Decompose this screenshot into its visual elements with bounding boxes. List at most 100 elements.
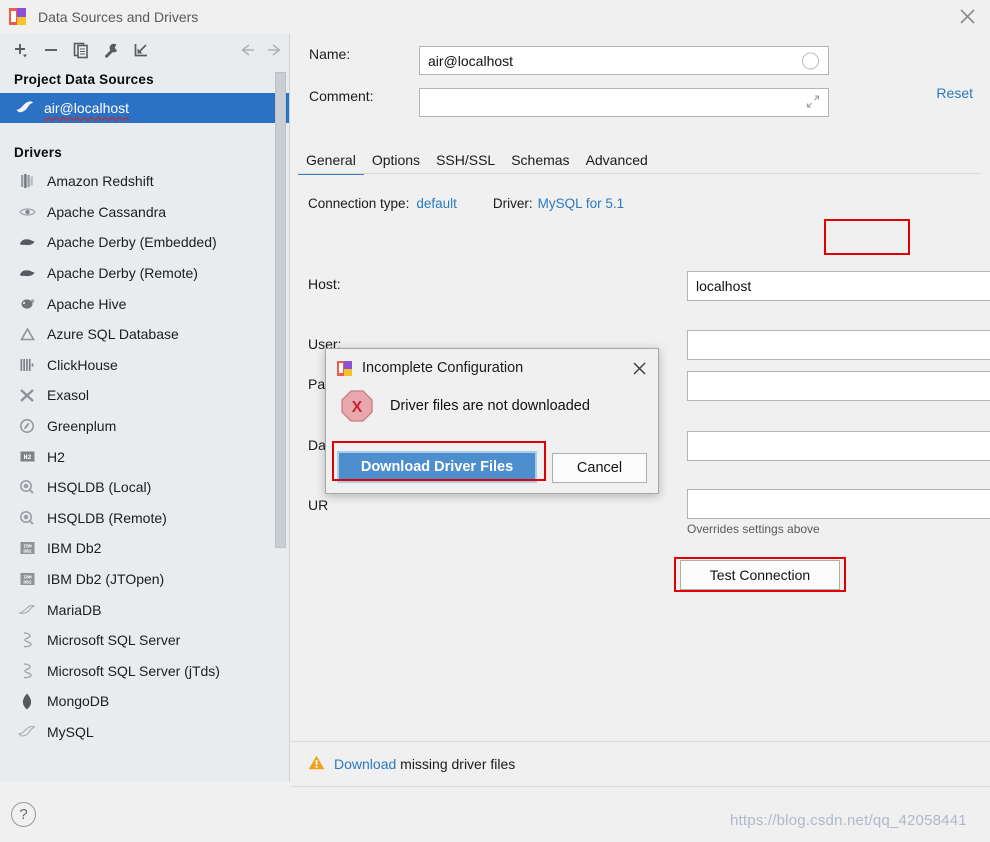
modal-body: X Driver files are not downloaded bbox=[326, 387, 658, 423]
driver-item-mariadb[interactable]: MariaDB bbox=[0, 594, 289, 625]
intellij-logo-icon bbox=[9, 8, 26, 25]
redshift-icon bbox=[14, 173, 40, 189]
host-input-value: localhost bbox=[696, 278, 752, 294]
tab-options[interactable]: Options bbox=[364, 152, 428, 175]
mysql-dolphin-icon bbox=[14, 725, 40, 739]
name-input-value: air@localhost bbox=[428, 52, 514, 69]
driver-item-hsqldb-local[interactable]: HSQLDB (Local) bbox=[0, 472, 289, 503]
sidebar-scrollbar[interactable] bbox=[275, 72, 286, 548]
name-input[interactable]: air@localhost bbox=[419, 46, 829, 75]
driver-item-label: MySQL bbox=[47, 723, 94, 740]
editor-tabs: General Options SSH/SSL Schemas Advanced bbox=[298, 145, 990, 175]
connection-type-label: Connection type: bbox=[308, 196, 410, 211]
svg-text:DB2: DB2 bbox=[23, 580, 32, 586]
window-title: Data Sources and Drivers bbox=[38, 8, 199, 25]
modal-title-bar: Incomplete Configuration bbox=[326, 349, 658, 387]
missing-driver-warning: Download missing driver files bbox=[291, 741, 990, 787]
url-label: UR bbox=[308, 497, 329, 513]
modal-message: Driver files are not downloaded bbox=[390, 398, 590, 414]
driver-item-apache-derby-remote[interactable]: Apache Derby (Remote) bbox=[0, 258, 289, 289]
hsqldb-icon bbox=[14, 510, 40, 526]
host-label: Host: bbox=[308, 276, 341, 292]
import-icon[interactable] bbox=[126, 37, 156, 63]
driver-item-azure-sql-database[interactable]: Azure SQL Database bbox=[0, 319, 289, 350]
copy-icon[interactable] bbox=[66, 37, 96, 63]
download-link[interactable]: Download bbox=[334, 756, 396, 772]
database-input[interactable] bbox=[687, 431, 990, 461]
password-label: Pa bbox=[308, 376, 326, 392]
expand-icon[interactable] bbox=[806, 94, 820, 111]
help-button[interactable]: ? bbox=[11, 802, 36, 827]
driver-item-label: HSQLDB (Remote) bbox=[47, 509, 167, 526]
driver-item-exasol[interactable]: Exasol bbox=[0, 380, 289, 411]
tab-advanced[interactable]: Advanced bbox=[578, 152, 656, 175]
driver-item-apache-cassandra[interactable]: Apache Cassandra bbox=[0, 197, 289, 228]
modal-cancel-button[interactable]: Cancel bbox=[552, 453, 647, 483]
azure-icon bbox=[14, 327, 40, 341]
name-label: Name: bbox=[309, 46, 351, 62]
driver-item-apache-hive[interactable]: Apache Hive bbox=[0, 288, 289, 319]
wrench-icon[interactable] bbox=[96, 37, 126, 63]
sidebar: Project Data Sources air@localhost Drive… bbox=[0, 33, 290, 781]
reset-link[interactable]: Reset bbox=[936, 85, 973, 101]
driver-item-apache-derby-embedded[interactable]: Apache Derby (Embedded) bbox=[0, 227, 289, 258]
data-sources-and-drivers-window: Data Sources and Drivers Project Data So… bbox=[0, 0, 990, 842]
driver-item-label: Microsoft SQL Server bbox=[47, 632, 181, 649]
add-data-source-button[interactable] bbox=[6, 37, 36, 63]
driver-item-label: MongoDB bbox=[47, 693, 110, 710]
comment-label: Comment: bbox=[309, 88, 374, 104]
driver-highlight-box bbox=[824, 219, 910, 255]
exasol-x-icon bbox=[14, 388, 40, 403]
driver-item-microsoft-sql-server-jtds[interactable]: Microsoft SQL Server (jTds) bbox=[0, 656, 289, 687]
driver-item-greenplum[interactable]: Greenplum bbox=[0, 411, 289, 442]
driver-item-label: Apache Cassandra bbox=[47, 203, 167, 220]
mongodb-leaf-icon bbox=[14, 693, 40, 710]
download-driver-files-button[interactable]: Download Driver Files bbox=[337, 451, 537, 483]
error-octagon-icon: X bbox=[340, 389, 374, 423]
driver-item-ibm-db2[interactable]: IBM DB2 IBM Db2 bbox=[0, 533, 289, 564]
incomplete-configuration-dialog: Incomplete Configuration X Driver files … bbox=[325, 348, 659, 494]
close-icon[interactable] bbox=[944, 0, 990, 33]
driver-item-mongodb[interactable]: MongoDB bbox=[0, 686, 289, 717]
svg-text:DB2: DB2 bbox=[23, 549, 32, 555]
user-input[interactable] bbox=[687, 330, 990, 360]
name-row: Name: air@localhost bbox=[309, 46, 971, 75]
driver-item-hsqldb-remote[interactable]: HSQLDB (Remote) bbox=[0, 503, 289, 534]
mssql-icon bbox=[14, 632, 40, 648]
driver-item-label: Microsoft SQL Server (jTds) bbox=[47, 662, 220, 679]
comment-input[interactable] bbox=[419, 88, 829, 117]
url-input[interactable] bbox=[687, 489, 990, 519]
tab-ssh-ssl[interactable]: SSH/SSL bbox=[428, 152, 503, 175]
password-input[interactable] bbox=[687, 371, 990, 401]
connection-type-row: Connection type: default Driver: MySQL f… bbox=[308, 196, 624, 211]
mysql-dolphin-icon bbox=[16, 100, 38, 116]
sidebar-item-air-localhost[interactable]: air@localhost bbox=[0, 93, 289, 123]
tab-general[interactable]: General bbox=[298, 152, 364, 175]
driver-link[interactable]: MySQL for 5.1 bbox=[538, 196, 625, 211]
driver-item-mysql[interactable]: MySQL bbox=[0, 717, 289, 748]
svg-text:H2: H2 bbox=[23, 454, 31, 461]
driver-item-amazon-redshift[interactable]: Amazon Redshift bbox=[0, 166, 289, 197]
tab-schemas[interactable]: Schemas bbox=[503, 152, 577, 175]
close-icon[interactable] bbox=[626, 356, 652, 380]
connection-type-value[interactable]: default bbox=[416, 196, 457, 211]
mssql-icon bbox=[14, 663, 40, 679]
driver-item-microsoft-sql-server[interactable]: Microsoft SQL Server bbox=[0, 625, 289, 656]
remove-data-source-button[interactable] bbox=[36, 37, 66, 63]
driver-item-label: HSQLDB (Local) bbox=[47, 479, 152, 496]
driver-item-label: Amazon Redshift bbox=[47, 173, 154, 190]
navigate-back-button[interactable] bbox=[233, 37, 261, 63]
driver-item-label: Apache Derby (Embedded) bbox=[47, 234, 217, 251]
overrides-note: Overrides settings above bbox=[687, 522, 820, 536]
h2-icon: H2 bbox=[14, 450, 40, 463]
driver-item-clickhouse[interactable]: ClickHouse bbox=[0, 350, 289, 381]
cassandra-eye-icon bbox=[14, 206, 40, 218]
driver-item-h2[interactable]: H2 H2 bbox=[0, 441, 289, 472]
driver-item-ibm-db2-jtopen[interactable]: IBM DB2 IBM Db2 (JTOpen) bbox=[0, 564, 289, 595]
svg-text:X: X bbox=[352, 399, 363, 416]
navigate-forward-button[interactable] bbox=[261, 37, 289, 63]
test-connection-button[interactable]: Test Connection bbox=[680, 560, 840, 590]
driver-item-label: Exasol bbox=[47, 387, 90, 404]
driver-item-label: H2 bbox=[47, 448, 65, 465]
host-input[interactable]: localhost bbox=[687, 271, 990, 301]
